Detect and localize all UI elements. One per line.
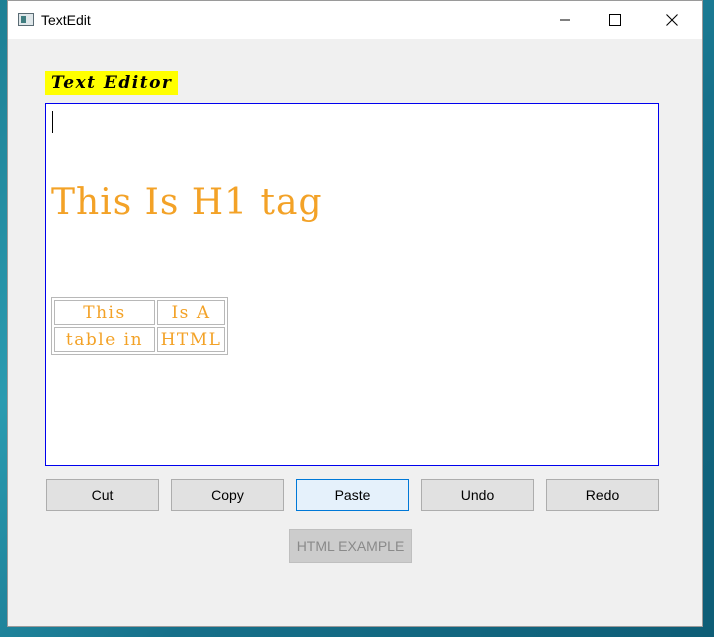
table-cell: table in xyxy=(54,327,155,352)
copy-button[interactable]: Copy xyxy=(171,479,284,511)
html-table: This Is A table in HTML xyxy=(51,297,228,355)
window-title: TextEdit xyxy=(41,12,91,28)
table-cell: This xyxy=(54,300,155,325)
redo-button[interactable]: Redo xyxy=(546,479,659,511)
minimize-icon xyxy=(560,19,570,21)
title-bar[interactable]: TextEdit xyxy=(8,1,702,39)
rich-text-editor[interactable]: This Is H1 tag This Is A table in HTML xyxy=(45,103,659,466)
table-cell: HTML xyxy=(157,327,225,352)
table-row: table in HTML xyxy=(54,327,225,352)
maximize-icon xyxy=(609,14,621,26)
table-row: This Is A xyxy=(54,300,225,325)
minimize-button[interactable] xyxy=(542,1,588,39)
textedit-window: TextEdit Text Editor This Is H1 tag This… xyxy=(7,0,703,627)
html-example-button[interactable]: HTML EXAMPLE xyxy=(289,529,412,563)
close-icon xyxy=(666,14,678,26)
undo-button[interactable]: Undo xyxy=(421,479,534,511)
close-button[interactable] xyxy=(649,1,695,39)
table-cell: Is A xyxy=(157,300,225,325)
text-caret xyxy=(52,111,53,133)
app-icon xyxy=(18,13,34,26)
cut-button[interactable]: Cut xyxy=(46,479,159,511)
h1-content: This Is H1 tag xyxy=(51,182,323,223)
maximize-button[interactable] xyxy=(592,1,638,39)
text-editor-heading: Text Editor xyxy=(45,71,179,95)
paste-button[interactable]: Paste xyxy=(296,479,409,511)
